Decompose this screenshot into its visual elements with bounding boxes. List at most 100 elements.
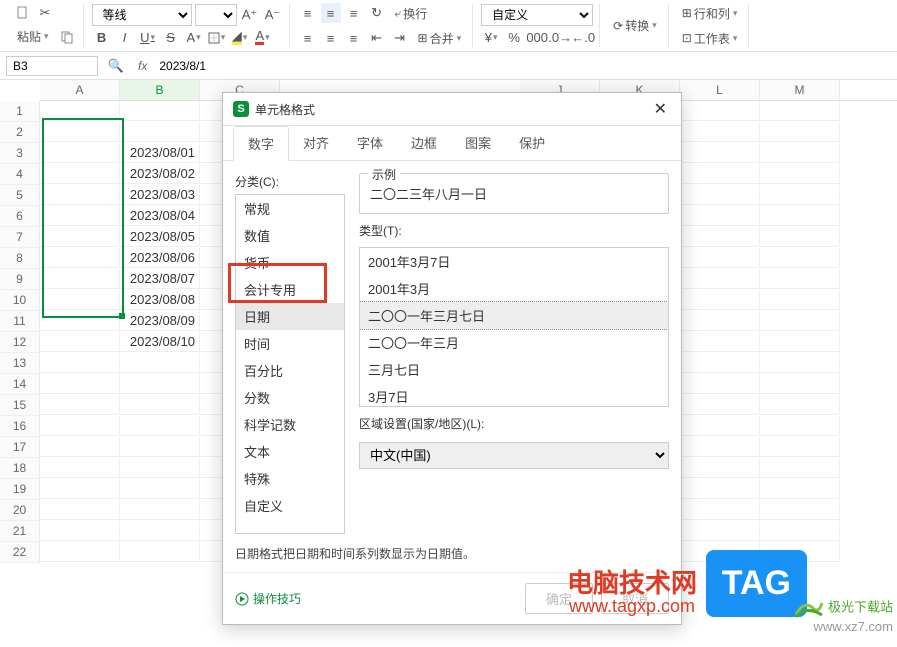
cell[interactable]: [760, 248, 840, 268]
type-item[interactable]: 二〇〇一年三月: [360, 329, 668, 356]
cell[interactable]: [40, 374, 120, 394]
cell[interactable]: [680, 458, 760, 478]
category-item[interactable]: 日期: [236, 303, 344, 330]
cell[interactable]: [760, 395, 840, 415]
category-item[interactable]: 百分比: [236, 357, 344, 384]
strikethrough-button[interactable]: S: [161, 28, 181, 48]
cell[interactable]: 2023/08/05: [120, 227, 200, 247]
cell[interactable]: [760, 416, 840, 436]
row-header[interactable]: 17: [0, 437, 40, 458]
worksheet-button[interactable]: ⊡ 工作表▾: [677, 27, 743, 50]
merge-button[interactable]: ⊞ 合并▾: [413, 27, 467, 50]
cell[interactable]: [760, 122, 840, 142]
row-header[interactable]: 9: [0, 269, 40, 290]
row-header[interactable]: 18: [0, 458, 40, 479]
cell[interactable]: [760, 374, 840, 394]
dialog-tab[interactable]: 字体: [343, 126, 397, 160]
category-item[interactable]: 数值: [236, 222, 344, 249]
cell[interactable]: [680, 143, 760, 163]
rowcol-button[interactable]: ⊞ 行和列▾: [677, 2, 743, 25]
cell[interactable]: [680, 290, 760, 310]
row-header[interactable]: 2: [0, 122, 40, 143]
cell[interactable]: 2023/08/09: [120, 311, 200, 331]
cell[interactable]: [680, 101, 760, 121]
cell[interactable]: 2023/08/04: [120, 206, 200, 226]
align-center-icon[interactable]: ≡: [321, 28, 341, 48]
decrease-indent-icon[interactable]: ⇤: [367, 28, 387, 48]
cell[interactable]: [680, 374, 760, 394]
cell[interactable]: [120, 479, 200, 499]
cell[interactable]: [760, 500, 840, 520]
bold-button[interactable]: B: [92, 28, 112, 48]
row-header[interactable]: 21: [0, 521, 40, 542]
row-header[interactable]: 6: [0, 206, 40, 227]
row-header[interactable]: 14: [0, 374, 40, 395]
cell[interactable]: [40, 290, 120, 310]
close-icon[interactable]: ✕: [650, 99, 671, 119]
row-header[interactable]: 20: [0, 500, 40, 521]
category-item[interactable]: 会计专用: [236, 276, 344, 303]
row-header[interactable]: 4: [0, 164, 40, 185]
type-item[interactable]: 2001年3月: [360, 275, 668, 302]
cell[interactable]: [680, 332, 760, 352]
cell[interactable]: [680, 395, 760, 415]
increase-indent-icon[interactable]: ⇥: [390, 28, 410, 48]
cell[interactable]: [760, 206, 840, 226]
cell[interactable]: [680, 416, 760, 436]
row-header[interactable]: 13: [0, 353, 40, 374]
cell[interactable]: [40, 542, 120, 562]
dialog-tab[interactable]: 保护: [505, 126, 559, 160]
border-button[interactable]: ▾: [207, 28, 227, 48]
column-header[interactable]: L: [680, 80, 760, 100]
cell[interactable]: [40, 164, 120, 184]
cell[interactable]: [40, 122, 120, 142]
dialog-tab[interactable]: 对齐: [289, 126, 343, 160]
cell[interactable]: [40, 521, 120, 541]
cell[interactable]: 2023/08/08: [120, 290, 200, 310]
cell[interactable]: [120, 437, 200, 457]
cell[interactable]: [760, 185, 840, 205]
align-middle-icon[interactable]: ≡: [321, 3, 341, 23]
category-item[interactable]: 科学记数: [236, 411, 344, 438]
row-header[interactable]: 12: [0, 332, 40, 353]
cell[interactable]: [760, 143, 840, 163]
italic-button[interactable]: I: [115, 28, 135, 48]
font-size-select[interactable]: 11: [195, 4, 237, 26]
category-item[interactable]: 常规: [236, 195, 344, 222]
type-item[interactable]: 3月7日: [360, 383, 668, 407]
cell[interactable]: [40, 143, 120, 163]
dialog-tab[interactable]: 数字: [233, 126, 289, 161]
cell[interactable]: [760, 101, 840, 121]
cell[interactable]: [40, 101, 120, 121]
cell[interactable]: 2023/08/03: [120, 185, 200, 205]
cell[interactable]: [120, 374, 200, 394]
cell[interactable]: [40, 227, 120, 247]
convert-button[interactable]: ⟳ 转换▾: [608, 14, 662, 37]
cell[interactable]: [680, 185, 760, 205]
cell[interactable]: [760, 353, 840, 373]
category-item[interactable]: 自定义: [236, 492, 344, 519]
cell[interactable]: [680, 521, 760, 541]
cell[interactable]: [40, 248, 120, 268]
row-header[interactable]: 7: [0, 227, 40, 248]
zoom-formula-icon[interactable]: 🔍: [106, 56, 126, 76]
cell[interactable]: [680, 164, 760, 184]
decrease-decimal-icon[interactable]: ←.0: [573, 28, 593, 48]
cell[interactable]: [40, 458, 120, 478]
dialog-tab[interactable]: 图案: [451, 126, 505, 160]
cell[interactable]: [760, 164, 840, 184]
font-family-select[interactable]: 等线: [92, 4, 192, 26]
cell[interactable]: 2023/08/07: [120, 269, 200, 289]
row-header[interactable]: 8: [0, 248, 40, 269]
row-header[interactable]: 15: [0, 395, 40, 416]
cell[interactable]: [760, 311, 840, 331]
tips-link[interactable]: 操作技巧: [235, 590, 301, 607]
increase-decimal-icon[interactable]: .0→: [550, 28, 570, 48]
cell[interactable]: [40, 332, 120, 352]
align-left-icon[interactable]: ≡: [298, 28, 318, 48]
cell[interactable]: [120, 416, 200, 436]
cell[interactable]: [40, 416, 120, 436]
cell[interactable]: [40, 311, 120, 331]
fill-color-button[interactable]: ◢▾: [230, 28, 250, 48]
cell[interactable]: [40, 206, 120, 226]
